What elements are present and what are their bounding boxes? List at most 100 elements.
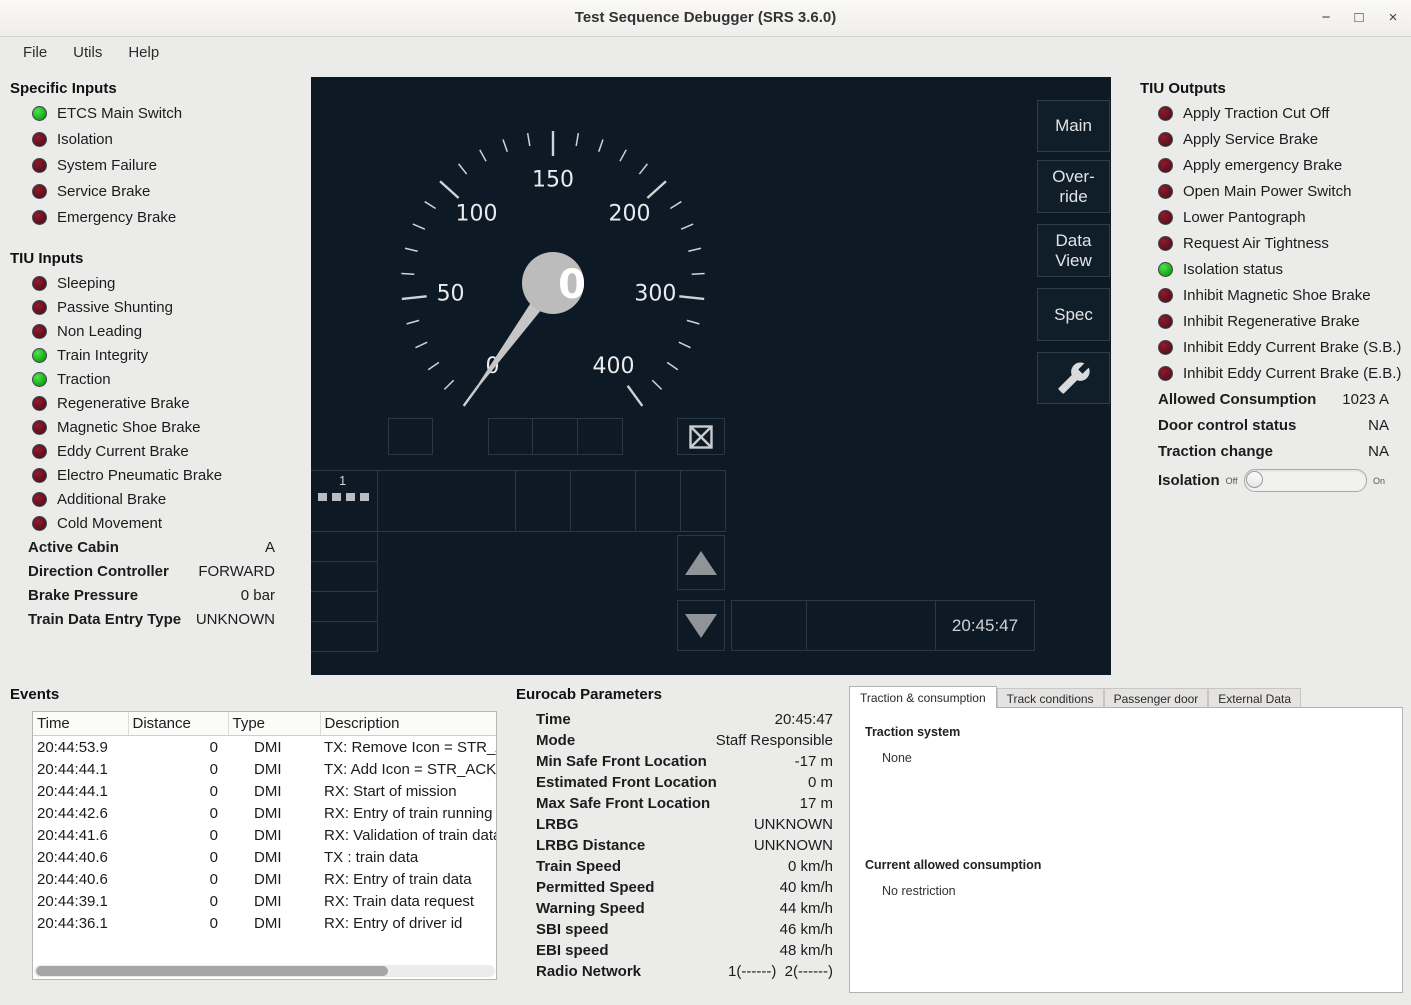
menu-help[interactable]: Help [115,41,172,64]
event-cell: DMI [228,824,320,846]
dmi-button-label: Data [1056,231,1092,251]
gauge-tick [480,150,486,161]
up-arrow-icon [685,551,717,575]
tiu-input-eddy-current-brake: Eddy Current Brake [32,439,222,463]
led-label: Isolation status [1183,261,1283,278]
param-value: 40 km/h [780,879,833,896]
event-cell: 20:44:40.6 [33,846,128,868]
event-cell: 20:44:41.6 [33,824,128,846]
detail-tabs: Traction & consumptionTrack conditionsPa… [849,687,1301,708]
led-off-icon [32,516,47,531]
param-value: Staff Responsible [716,732,833,749]
param-label: Active Cabin [28,539,119,556]
tiu-outputs-title: TIU Outputs [1140,80,1226,97]
gauge-tick [576,133,578,146]
event-cell: 0 [128,912,228,934]
event-cell: 20:44:40.6 [33,868,128,890]
led-label: Electro Pneumatic Brake [57,467,222,484]
gauge-tick [652,380,661,389]
cab-info: Active CabinADirection ControllerFORWARD… [28,535,275,631]
isolation-slider[interactable] [1244,469,1367,492]
gauge-tick [440,181,459,198]
gauge-tick [692,273,705,274]
event-row[interactable]: 20:44:39.10DMIRX: Train data request [33,890,496,912]
param-radio-network: Radio Network1(------) 2(------) [536,961,833,982]
isolation-slider-knob[interactable] [1246,471,1263,488]
dmi-button-label: View [1055,251,1092,271]
dmi-display: 0501001502003004000 1 20:45:47 [311,77,1111,675]
column-header-time[interactable]: Time [33,712,128,736]
param-value: -17 m [795,753,833,770]
param-direction-controller: Direction ControllerFORWARD [28,559,275,583]
tiu-input-train-integrity: Train Integrity [32,343,222,367]
dmi-button-main[interactable]: Main [1037,100,1110,152]
param-warning-speed: Warning Speed44 km/h [536,898,833,919]
column-header-description[interactable]: Description [320,712,496,736]
maximize-icon[interactable]: □ [1349,8,1369,28]
led-label: Magnetic Shoe Brake [57,419,200,436]
param-value: UNKNOWN [196,611,275,628]
dmi-grid-line [377,470,378,652]
scroll-down-button[interactable] [677,600,725,651]
dmi-button-label: Over- [1052,167,1095,187]
led-label: Inhibit Eddy Current Brake (S.B.) [1183,339,1401,356]
events-horizontal-scrollbar[interactable] [34,965,495,977]
minimize-icon[interactable]: − [1316,8,1336,28]
dmi-button-label: Main [1055,116,1092,136]
gauge-tick [679,296,704,299]
gauge-tick [405,248,418,251]
event-row[interactable]: 20:44:44.10DMIRX: Start of mission [33,780,496,802]
led-label: Request Air Tightness [1183,235,1329,252]
led-off-icon [1158,210,1173,225]
tab-track-conditions[interactable]: Track conditions [997,688,1104,708]
led-off-icon [1158,314,1173,329]
wrench-icon [1057,361,1091,395]
current-speed-value: 0 [558,262,586,308]
scroll-up-button[interactable] [677,535,725,590]
dmi-button-spec[interactable]: Spec [1037,288,1110,341]
event-cell: DMI [228,758,320,780]
event-row[interactable]: 20:44:42.60DMIRX: Entry of train running… [33,802,496,824]
window-title: Test Sequence Debugger (SRS 3.6.0) [0,0,1411,36]
symbol-cell [677,418,725,455]
gauge-tick [459,164,467,174]
column-header-distance[interactable]: Distance [128,712,228,736]
event-cell: 0 [128,736,228,759]
event-row[interactable]: 20:44:41.60DMIRX: Validation of train da… [33,824,496,846]
param-label: LRBG Distance [536,837,645,854]
menu-utils[interactable]: Utils [60,41,115,64]
led-off-icon [1158,340,1173,355]
tiu-inputs-list: SleepingPassive ShuntingNon LeadingTrain… [32,271,222,535]
event-row[interactable]: 20:44:40.60DMITX : train data [33,846,496,868]
scrollbar-thumb[interactable] [36,966,388,976]
tiu-input-cold-movement: Cold Movement [32,511,222,535]
event-row[interactable]: 20:44:40.60DMIRX: Entry of train data [33,868,496,890]
dmi-button-data-view[interactable]: DataView [1037,224,1110,277]
param-label: Traction change [1158,443,1273,460]
isolation-label: Isolation [1158,472,1220,489]
param-value: 1023 A [1342,391,1389,408]
param-label: Radio Network [536,963,641,980]
dmi-button-label: ride [1059,187,1087,207]
event-cell: 0 [128,890,228,912]
event-row[interactable]: 20:44:44.10DMITX: Add Icon = STR_ACK_S [33,758,496,780]
led-off-icon [1158,106,1173,121]
gauge-tick [647,181,666,198]
param-permitted-speed: Permitted Speed40 km/h [536,877,833,898]
param-label: LRBG [536,816,579,833]
tab-external-data[interactable]: External Data [1208,688,1301,708]
menu-file[interactable]: File [10,41,60,64]
dmi-button-override[interactable]: Over-ride [1037,160,1110,213]
led-off-icon [32,444,47,459]
tab-passenger-door[interactable]: Passenger door [1104,688,1209,708]
led-label: Train Integrity [57,347,148,364]
column-header-type[interactable]: Type [228,712,320,736]
event-row[interactable]: 20:44:36.10DMIRX: Entry of driver id [33,912,496,934]
event-cell: 20:44:39.1 [33,890,128,912]
close-icon[interactable]: × [1383,8,1403,28]
led-off-icon [32,158,47,173]
dmi-button-settings[interactable] [1037,352,1110,404]
event-row[interactable]: 20:44:53.90DMITX: Remove Icon = STR_AC [33,736,496,759]
traction-system-title: Traction system [865,725,960,739]
tab-traction-consumption[interactable]: Traction & consumption [849,686,997,708]
